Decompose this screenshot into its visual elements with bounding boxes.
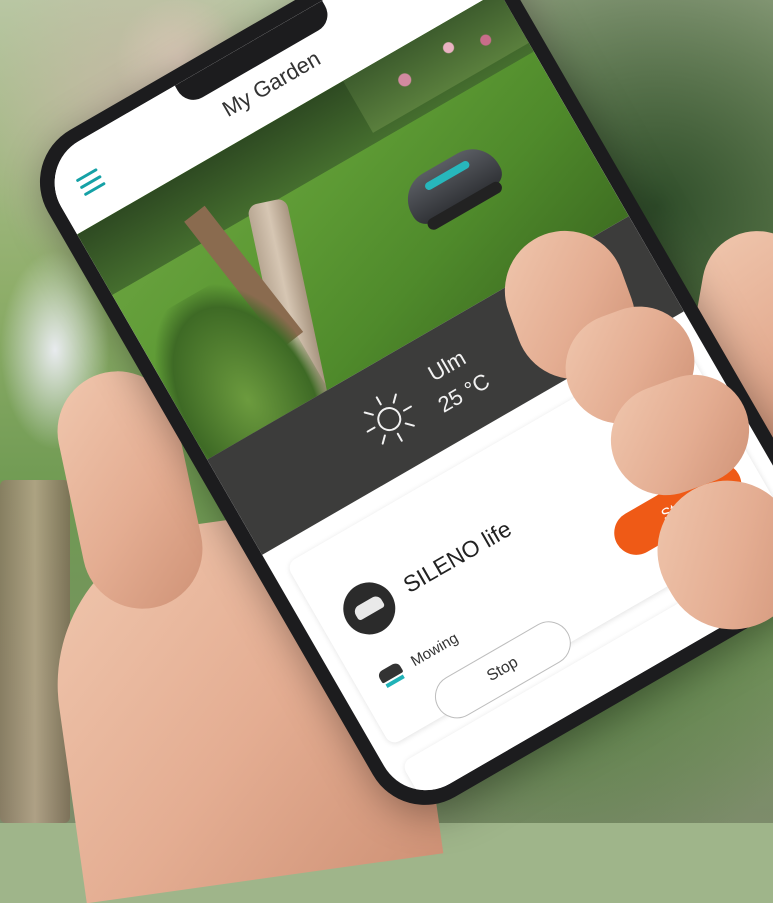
robotic-mower-icon	[333, 572, 405, 644]
robotic-mower-image	[396, 138, 511, 236]
device-status: Mowing	[407, 629, 462, 671]
mowing-status-icon	[376, 661, 408, 690]
device-name: SILENO life	[398, 515, 516, 598]
sun-icon	[363, 393, 415, 445]
tree-stump	[0, 480, 70, 823]
